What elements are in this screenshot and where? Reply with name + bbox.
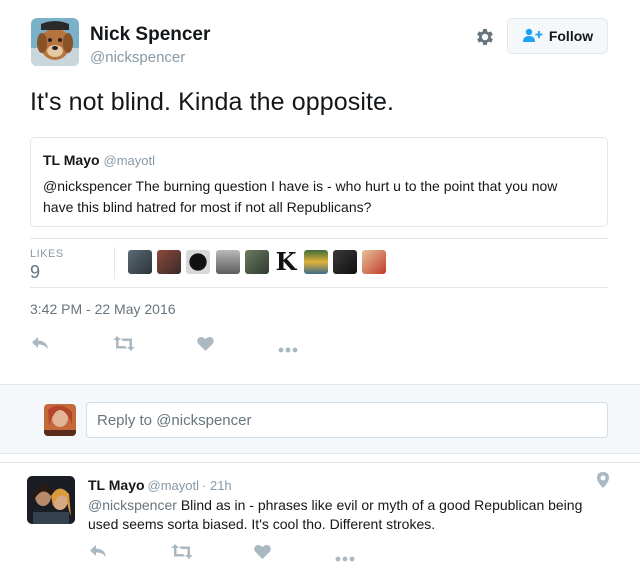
liker-avatar[interactable]: [157, 250, 181, 274]
reply-mention[interactable]: @nickspencer: [88, 497, 177, 513]
liker-avatar[interactable]: K: [274, 250, 298, 274]
follow-button[interactable]: Follow: [507, 18, 608, 54]
follow-button-label: Follow: [548, 28, 594, 44]
reply-tweet[interactable]: TL Mayo @mayotl · 21h @nickspencer Blind a…: [0, 462, 640, 574]
likes-label[interactable]: LIKES: [30, 248, 64, 260]
more-icon[interactable]: [335, 549, 355, 567]
reply-author-name[interactable]: TL Mayo: [88, 477, 145, 493]
reply-text: Blind as in - phrases like evil or myth …: [180, 497, 583, 513]
user-avatar: [44, 404, 76, 436]
liker-avatar[interactable]: [128, 250, 152, 274]
liker-avatar[interactable]: [186, 250, 210, 274]
quoted-text-line: @nickspencer The burning question I have…: [43, 178, 558, 194]
liker-avatar[interactable]: [304, 250, 328, 274]
quoted-tweet[interactable]: TL Mayo @mayotl @nickspencer The burning …: [30, 137, 608, 227]
tweet-timestamp: 3:42 PM - 22 May 2016: [30, 301, 176, 317]
quoted-author-handle: @mayotl: [103, 153, 156, 168]
more-icon[interactable]: [278, 340, 298, 358]
reply-author-avatar[interactable]: [27, 476, 75, 524]
reply-input[interactable]: [86, 402, 608, 438]
heart-icon[interactable]: [197, 336, 214, 356]
liker-avatar[interactable]: [362, 250, 386, 274]
add-user-icon: [522, 28, 544, 45]
quoted-text-line: have this blind hatred for most if not a…: [43, 199, 372, 215]
reply-icon[interactable]: [31, 335, 49, 356]
location-pin-icon[interactable]: [597, 472, 609, 488]
reply-author: TL Mayo @mayotl · 21h: [88, 477, 232, 493]
divider: [114, 247, 115, 279]
quoted-author: TL Mayo @mayotl: [43, 152, 155, 168]
tweet-text: It's not blind. Kinda the opposite.: [30, 88, 395, 116]
likes-count[interactable]: 9: [30, 262, 40, 283]
reply-time[interactable]: · 21h: [202, 478, 232, 493]
retweet-icon[interactable]: [171, 544, 193, 564]
reply-icon[interactable]: [89, 543, 107, 564]
gear-icon[interactable]: [474, 26, 496, 48]
reply-text-line: used seems sorta biased. It's cool tho. …: [88, 516, 436, 532]
liker-avatar[interactable]: [216, 250, 240, 274]
reply-text-line: @nickspencer Blind as in - phrases like …: [88, 497, 582, 513]
author-name[interactable]: Nick Spencer: [90, 24, 210, 46]
reply-author-handle[interactable]: @mayotl: [148, 478, 200, 493]
likes-stats: LIKES 9 K: [30, 238, 608, 288]
reply-composer: [0, 384, 640, 454]
main-tweet: Nick Spencer @nickspencer Follow It's no…: [0, 0, 640, 384]
quoted-author-name: TL Mayo: [43, 152, 100, 168]
liker-avatar[interactable]: [245, 250, 269, 274]
heart-icon[interactable]: [254, 544, 271, 564]
retweet-icon[interactable]: [113, 336, 135, 356]
liker-avatar[interactable]: [333, 250, 357, 274]
author-avatar[interactable]: [31, 18, 79, 66]
author-handle[interactable]: @nickspencer: [90, 49, 185, 66]
